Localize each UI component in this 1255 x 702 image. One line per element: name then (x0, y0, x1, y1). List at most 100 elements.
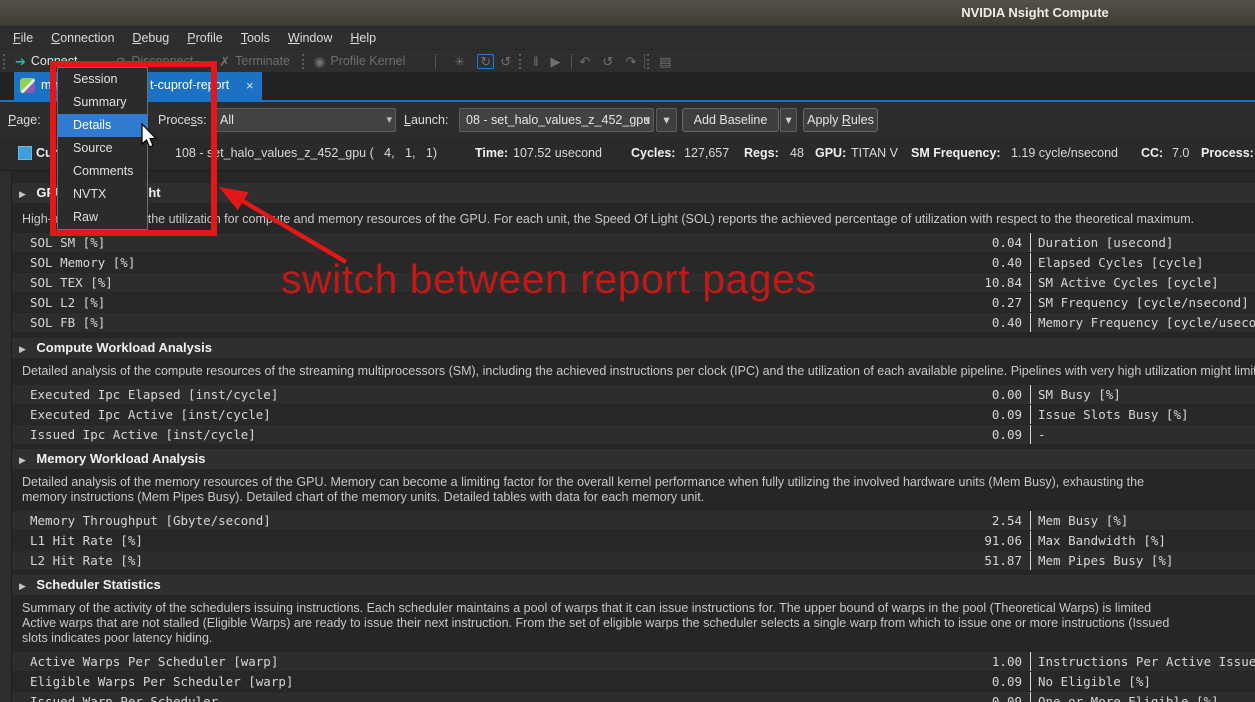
window-title: NVIDIA Nsight Compute (961, 5, 1109, 20)
drag-handle-icon[interactable] (302, 54, 306, 69)
section-header-gpu-speed-of-light[interactable]: ▶ GPU Speed Of Light (12, 183, 1255, 203)
auto-profile-icon[interactable]: ↻ (477, 54, 494, 69)
section-description: Summary of the activity of the scheduler… (22, 601, 1255, 616)
table-row: L2 Hit Rate [%] 51.87 Mem Pipes Busy [%] (12, 551, 1255, 570)
launch-label: Launch: (404, 113, 448, 127)
menu-profile[interactable]: Profile (178, 29, 231, 47)
step-icon[interactable]: ▶ (551, 55, 561, 68)
step-forward-icon[interactable]: ↷ (625, 55, 636, 68)
report-file-icon (20, 78, 35, 93)
step-back-icon[interactable]: ↶ (580, 55, 591, 68)
drag-handle-icon[interactable] (647, 54, 651, 69)
kernel-info-row: Current 108 - set_halo_values_z_452_gpu … (0, 138, 1255, 171)
menu-item-summary[interactable]: Summary (58, 91, 147, 114)
chevron-down-icon: ▾ (785, 113, 791, 127)
menu-file[interactable]: File (4, 29, 42, 47)
current-kernel-checkbox[interactable] (18, 146, 32, 160)
regs-value: 48 (790, 146, 804, 160)
freeze-api-icon[interactable]: ✳ (454, 55, 465, 68)
toolbar-separator (644, 54, 645, 69)
section-header-compute-workload[interactable]: ▶ Compute Workload Analysis (12, 338, 1255, 358)
chevron-down-icon: ▾ (386, 109, 392, 131)
resume-icon[interactable]: ↺ (602, 55, 613, 68)
drag-handle-icon[interactable] (3, 54, 7, 69)
menu-item-raw[interactable]: Raw (58, 206, 147, 229)
pause-icon[interactable]: ‖ (533, 55, 538, 68)
table-row: Issued Ipc Active [inst/cycle] 0.09 - (12, 425, 1255, 444)
metrics-table: SOL SM [%] 0.04 Duration [usecond] SOL M… (12, 233, 1255, 333)
sm-frequency-value: 1.19 cycle/nsecond (1011, 146, 1118, 160)
toolbar-separator (435, 54, 436, 69)
add-baseline-dropdown-button[interactable]: ▾ (780, 108, 797, 132)
page-dropdown-menu: Session Summary Details Source Comments … (57, 67, 148, 230)
cc-value: 7.0 (1172, 146, 1189, 160)
table-row: Eligible Warps Per Scheduler [warp] 0.09… (12, 672, 1255, 691)
table-row: SOL FB [%] 0.40 Memory Frequency [cycle/… (12, 313, 1255, 332)
expand-triangle-icon: ▶ (19, 189, 26, 199)
gpu-label: GPU: (815, 146, 846, 160)
gpu-value: TITAN V (851, 146, 898, 160)
process-combo[interactable]: All ▾ (213, 108, 396, 132)
menu-debug[interactable]: Debug (123, 29, 178, 47)
section-description: memory instructions (Mem Pipes Busy). De… (22, 490, 1255, 505)
page-label: Page: (8, 113, 41, 127)
menu-item-session[interactable]: Session (58, 68, 147, 91)
terminate-button[interactable]: ✗ Terminate (219, 54, 290, 68)
profile-series-icon[interactable]: ↺ (500, 55, 511, 68)
report-controls: Page: Process: All ▾ Launch: 08 - set_ha… (0, 102, 1255, 138)
regs-label: Regs: (744, 146, 779, 160)
menu-tools[interactable]: Tools (232, 29, 279, 47)
expand-triangle-icon: ▶ (19, 344, 26, 354)
table-row: SOL TEX [%] 10.84 SM Active Cycles [cycl… (12, 273, 1255, 292)
metrics-table: Executed Ipc Elapsed [inst/cycle] 0.00 S… (12, 385, 1255, 445)
close-icon[interactable]: × (246, 78, 254, 93)
disconnect-icon: ⊘ (115, 55, 126, 68)
launch-combo[interactable]: 08 - set_halo_values_z_452_gpu ▾ (459, 108, 654, 132)
section-header-memory-workload[interactable]: ▶ Memory Workload Analysis (12, 449, 1255, 469)
section-description: High-level overview of the utilization f… (22, 212, 1255, 227)
table-row: L1 Hit Rate [%] 91.06 Max Bandwidth [%] (12, 531, 1255, 550)
sections-icon[interactable]: ▤ (659, 55, 671, 68)
disconnect-button[interactable]: ⊘ Disconnect (115, 54, 193, 68)
profile-kernel-icon: ◉ (314, 55, 325, 68)
toolbar-separator (571, 54, 572, 69)
terminate-icon: ✗ (219, 55, 230, 68)
menu-connection[interactable]: Connection (42, 29, 123, 47)
chevron-down-icon: ▾ (644, 109, 650, 131)
drag-handle-icon[interactable] (519, 54, 523, 69)
connect-button[interactable]: ➔ Connect (15, 54, 77, 68)
menu-help[interactable]: Help (341, 29, 385, 47)
menu-window[interactable]: Window (279, 29, 341, 47)
cc-label: CC: (1141, 146, 1163, 160)
table-row: Executed Ipc Elapsed [inst/cycle] 0.00 S… (12, 385, 1255, 404)
add-baseline-button[interactable]: Add Baseline (682, 108, 779, 132)
table-row: Active Warps Per Scheduler [warp] 1.00 I… (12, 652, 1255, 671)
table-row: SOL L2 [%] 0.27 SM Frequency [cycle/nsec… (12, 293, 1255, 312)
section-description: Active warps that are not stalled (Eligi… (22, 616, 1255, 631)
left-gutter (0, 171, 12, 702)
table-row: Issued Warp Per Scheduler 0.09 One or Mo… (12, 692, 1255, 702)
process-label: Process: (158, 113, 207, 127)
cycles-value: 127,657 (684, 146, 729, 160)
apply-rules-button[interactable]: Apply Rules (803, 108, 878, 132)
chevron-down-icon: ▾ (663, 113, 669, 127)
app-window: NVIDIA Nsight Compute File Connection De… (0, 0, 1255, 702)
section-description: Detailed analysis of the memory resource… (22, 475, 1255, 490)
tab-label-right: t-cuprof-report (150, 78, 229, 92)
menu-item-nvtx[interactable]: NVTX (58, 183, 147, 206)
process-info-label: Process: (1201, 146, 1254, 160)
launch-dropdown-button[interactable]: ▾ (656, 108, 677, 132)
menu-bar: File Connection Debug Profile Tools Wind… (0, 27, 1255, 49)
metrics-table: Memory Throughput [Gbyte/second] 2.54 Me… (12, 511, 1255, 571)
expand-triangle-icon: ▶ (19, 455, 26, 465)
profile-kernel-button[interactable]: ◉ Profile Kernel (314, 54, 405, 68)
section-header-scheduler-statistics[interactable]: ▶ Scheduler Statistics (12, 575, 1255, 595)
section-description: slots indicates poor latency hiding. (22, 631, 1255, 646)
kernel-name: 108 - set_halo_values_z_452_gpu ( 4, 1, … (175, 146, 437, 160)
time-value: 107.52 usecond (513, 146, 602, 160)
menu-item-comments[interactable]: Comments (58, 160, 147, 183)
table-row: Memory Throughput [Gbyte/second] 2.54 Me… (12, 511, 1255, 530)
menu-item-source[interactable]: Source (58, 137, 147, 160)
expand-triangle-icon: ▶ (19, 581, 26, 591)
menu-item-details[interactable]: Details (58, 114, 147, 137)
